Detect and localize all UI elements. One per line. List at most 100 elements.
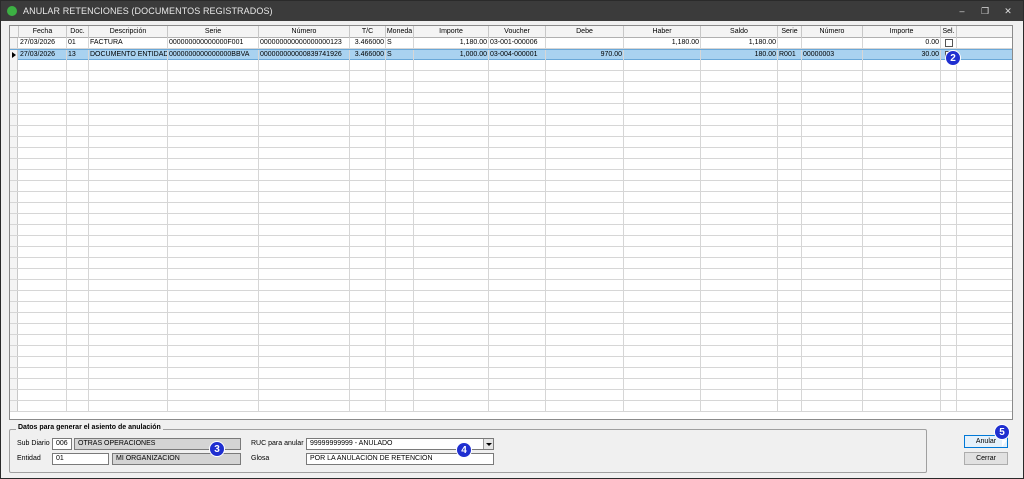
- cell-fecha[interactable]: [19, 126, 67, 136]
- cell-sel[interactable]: [941, 203, 957, 213]
- cell-moneda[interactable]: [386, 82, 414, 92]
- cell-saldo[interactable]: [701, 148, 778, 158]
- cell-moneda[interactable]: [386, 313, 414, 323]
- cell-saldo[interactable]: [701, 258, 778, 268]
- cell-importe[interactable]: [414, 258, 489, 268]
- cell-descripcion[interactable]: [89, 192, 168, 202]
- cell-numero[interactable]: [259, 280, 350, 290]
- cell-serie[interactable]: [168, 280, 259, 290]
- cell-sel[interactable]: [941, 236, 957, 246]
- cell-doc[interactable]: [67, 236, 89, 246]
- cell-numero[interactable]: [259, 93, 350, 103]
- cell-fecha[interactable]: [19, 225, 67, 235]
- cell-fecha[interactable]: [19, 313, 67, 323]
- cell-voucher[interactable]: [489, 302, 546, 312]
- cell-importe2[interactable]: [863, 291, 941, 301]
- cell-importe[interactable]: [414, 346, 489, 356]
- cell-fecha[interactable]: [19, 137, 67, 147]
- cell-descripcion[interactable]: [89, 335, 168, 345]
- cell-sel[interactable]: [941, 291, 957, 301]
- cell-haber[interactable]: [624, 214, 701, 224]
- row-indicator[interactable]: [10, 390, 18, 400]
- cell-serie[interactable]: [168, 324, 259, 334]
- table-row[interactable]: 27/03/2026 01 FACTURA 000000000000000F001 00…: [10, 38, 1012, 49]
- empty-row[interactable]: [10, 71, 1012, 82]
- cell-moneda[interactable]: [386, 291, 414, 301]
- cell-voucher[interactable]: [489, 181, 546, 191]
- cell-serie2[interactable]: [778, 104, 802, 114]
- cell-saldo[interactable]: [701, 159, 778, 169]
- cell-moneda[interactable]: [386, 390, 414, 400]
- restore-icon[interactable]: ❐: [974, 4, 996, 18]
- cell-numero[interactable]: [259, 60, 350, 70]
- column-header[interactable]: Serie: [168, 26, 259, 38]
- cell-numero2[interactable]: [802, 203, 863, 213]
- cell-numero2[interactable]: [802, 346, 863, 356]
- cell-fecha[interactable]: [19, 379, 67, 389]
- cell-sel[interactable]: [941, 93, 957, 103]
- row-indicator[interactable]: [10, 60, 18, 70]
- cell-descripcion[interactable]: [89, 302, 168, 312]
- cell-numero2[interactable]: [802, 335, 863, 345]
- cell-serie2[interactable]: [778, 390, 802, 400]
- cell-serie2[interactable]: [778, 236, 802, 246]
- cell-importe2[interactable]: [863, 93, 941, 103]
- cell-numero2[interactable]: [802, 236, 863, 246]
- cell-importe2[interactable]: [863, 148, 941, 158]
- cell-debe[interactable]: [546, 291, 624, 301]
- cell-saldo[interactable]: [701, 192, 778, 202]
- cell-debe[interactable]: [546, 379, 624, 389]
- cell-voucher[interactable]: [489, 93, 546, 103]
- cell-serie2[interactable]: [778, 38, 802, 48]
- cell-serie2[interactable]: [778, 82, 802, 92]
- cell-debe[interactable]: [546, 148, 624, 158]
- cell-numero[interactable]: [259, 148, 350, 158]
- cell-voucher[interactable]: [489, 214, 546, 224]
- cell-importe[interactable]: [414, 236, 489, 246]
- empty-row[interactable]: [10, 379, 1012, 390]
- cell-moneda[interactable]: [386, 236, 414, 246]
- cell-importe2[interactable]: [863, 269, 941, 279]
- row-indicator[interactable]: [10, 148, 18, 158]
- cell-importe[interactable]: [414, 269, 489, 279]
- cell-haber[interactable]: [624, 71, 701, 81]
- cell-sel[interactable]: [941, 313, 957, 323]
- cell-saldo[interactable]: [701, 280, 778, 290]
- cell-importe2[interactable]: [863, 335, 941, 345]
- cell-voucher[interactable]: [489, 247, 546, 257]
- cell-doc[interactable]: [67, 181, 89, 191]
- cell-haber[interactable]: [624, 379, 701, 389]
- cell-doc[interactable]: [67, 258, 89, 268]
- cell-importe2[interactable]: 30.00: [863, 50, 941, 60]
- cell-moneda[interactable]: [386, 247, 414, 257]
- cell-numero2[interactable]: [802, 225, 863, 235]
- cell-importe2[interactable]: 0.00: [863, 38, 941, 48]
- cell-doc[interactable]: 01: [67, 38, 89, 48]
- cell-debe[interactable]: [546, 159, 624, 169]
- cell-importe[interactable]: [414, 280, 489, 290]
- cell-sel[interactable]: [941, 247, 957, 257]
- cell-descripcion[interactable]: [89, 148, 168, 158]
- entidad-code-field[interactable]: 01: [52, 453, 109, 465]
- cell-fecha[interactable]: [19, 324, 67, 334]
- cell-tc[interactable]: 3.466000: [350, 38, 386, 48]
- column-header[interactable]: Número: [802, 26, 863, 38]
- cell-debe[interactable]: [546, 302, 624, 312]
- cell-serie[interactable]: [168, 390, 259, 400]
- row-indicator[interactable]: [10, 324, 18, 334]
- cell-serie[interactable]: [168, 236, 259, 246]
- cell-descripcion[interactable]: [89, 203, 168, 213]
- cell-moneda[interactable]: [386, 269, 414, 279]
- cell-importe[interactable]: [414, 225, 489, 235]
- empty-row[interactable]: [10, 335, 1012, 346]
- cell-doc[interactable]: [67, 71, 89, 81]
- cell-doc[interactable]: [67, 269, 89, 279]
- cell-debe[interactable]: [546, 390, 624, 400]
- cell-importe[interactable]: [414, 335, 489, 345]
- cell-descripcion[interactable]: [89, 181, 168, 191]
- cell-saldo[interactable]: [701, 225, 778, 235]
- cell-numero2[interactable]: [802, 390, 863, 400]
- cell-haber[interactable]: [624, 170, 701, 180]
- cell-numero[interactable]: [259, 401, 350, 411]
- empty-row[interactable]: [10, 236, 1012, 247]
